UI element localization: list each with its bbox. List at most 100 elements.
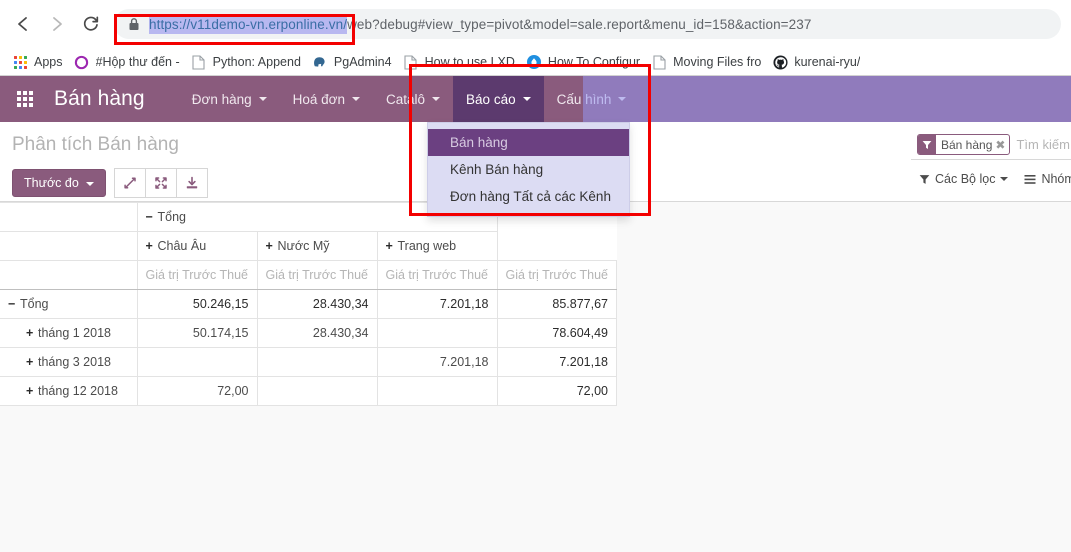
expand-diagonal-button[interactable] (113, 168, 145, 198)
pivot-row-header-thang-3-2018[interactable]: + tháng 3 2018 (0, 347, 138, 377)
bookmark-how-to-use-lxd[interactable]: How to use LXD (399, 50, 522, 74)
page-icon (403, 54, 419, 70)
menu-item-cau-hinh[interactable]: Cấu hình (544, 76, 640, 122)
forward-arrow-icon (53, 17, 62, 31)
expand-toggle[interactable]: + (26, 355, 38, 369)
bookmark-label: kurenai-ryu/ (794, 55, 861, 69)
pivot-row-header-thang-1-2018[interactable]: + tháng 1 2018 (0, 318, 138, 348)
menu-label: Báo cáo (466, 91, 516, 107)
collapse-toggle[interactable]: − (146, 210, 158, 224)
filters-label: Các Bộ lọc (935, 172, 996, 186)
pivot-row-label: tháng 1 2018 (38, 326, 111, 340)
expand-toggle[interactable]: + (146, 239, 158, 253)
bookmark-moving-files[interactable]: Moving Files fro (647, 50, 768, 74)
apps-grid-icon (17, 91, 33, 107)
pivot-cell (256, 347, 378, 377)
pivot-cell: 28.430,34 (256, 318, 378, 348)
arrows-alt-button[interactable] (144, 168, 176, 198)
circle-o-icon (74, 54, 90, 70)
pivot-col-trang-web[interactable]: + Trang web (376, 231, 498, 261)
dropdown-item-kenh-ban-hang[interactable]: Kênh Bán hàng (428, 156, 629, 183)
reload-button[interactable] (74, 7, 108, 41)
menu-item-bao-cao[interactable]: Báo cáo (453, 76, 544, 122)
bookmark-inbox[interactable]: #Hộp thư đến - (70, 50, 187, 74)
page-icon (191, 54, 207, 70)
screen-root: https://v11demo-vn.erponline.vn/web?debu… (0, 0, 1071, 552)
pivot-cell: 50.246,15 (136, 289, 258, 319)
menu-item-catalo[interactable]: Catalô (373, 76, 453, 122)
chevron-down-icon (618, 97, 627, 101)
pivot-cell (256, 376, 378, 406)
forward-button[interactable] (40, 7, 74, 41)
selection-highlight-band (583, 76, 1071, 122)
pivot-col-label: Trang web (397, 239, 457, 253)
menu-label: Đơn hàng (191, 91, 252, 107)
menu-item-hoa-don[interactable]: Hoá đơn (280, 76, 373, 122)
dropdown-item-don-hang-tat-ca-cac-kenh[interactable]: Đơn hàng Tất cả các Kênh (428, 183, 629, 210)
pivot-row-total: 78.604,49 (496, 318, 617, 348)
menu-label: Hoá đơn (292, 91, 346, 107)
pivot-header-row-measures: Giá trị Trước Thuế Giá trị Trước Thuế Gi… (0, 260, 617, 290)
menu-item-don-hang[interactable]: Đơn hàng (179, 76, 280, 122)
dropdown-item-ban-hang[interactable]: Bán hàng (428, 129, 629, 156)
table-row: + tháng 1 2018 50.174,15 28.430,34 78.604… (0, 318, 617, 348)
expand-toggle[interactable]: + (26, 326, 38, 340)
groupby-button[interactable]: Nhóm (1024, 172, 1071, 186)
bookmark-label: How to use LXD (424, 55, 515, 69)
table-row: + tháng 12 2018 72,00 72,00 (0, 376, 617, 406)
bao-cao-dropdown-menu: Bán hàng Kênh Bán hàng Đơn hàng Tất cả c… (427, 122, 630, 217)
droplet-icon (526, 54, 542, 70)
pivot-col-label: Châu Âu (157, 239, 207, 253)
browser-nav-row: https://v11demo-vn.erponline.vn/web?debu… (0, 0, 1071, 48)
bookmark-python-append[interactable]: Python: Append (187, 50, 308, 74)
bookmark-pgadmin4[interactable]: PgAdmin4 (308, 50, 399, 74)
pivot-cell: 7.201,18 (376, 289, 498, 319)
elephant-icon (312, 54, 328, 70)
expand-toggle[interactable]: + (266, 239, 278, 253)
bookmark-label: Moving Files fro (673, 55, 762, 69)
reload-icon (83, 16, 99, 31)
bookmark-label: Python: Append (212, 55, 301, 69)
filters-button[interactable]: Các Bộ lọc (919, 172, 1009, 186)
chevron-down-icon (432, 97, 441, 101)
collapse-toggle[interactable]: − (8, 297, 20, 311)
apps-grid-icon (12, 54, 28, 70)
address-bar[interactable]: https://v11demo-vn.erponline.vn/web?debu… (114, 9, 1061, 39)
expand-toggle[interactable]: + (26, 384, 38, 398)
pivot-header-row-columns: + Châu Âu + Nước Mỹ + Trang web (0, 231, 617, 261)
search-facet[interactable]: Bán hàng ✖ (917, 134, 1011, 155)
pivot-table: − Tổng + Châu Âu + Nước Mỹ + Trang web Giá t… (0, 202, 617, 406)
search-input-placeholder[interactable]: Tìm kiếm... (1016, 137, 1071, 152)
bookmark-apps[interactable]: Apps (8, 50, 70, 74)
download-button[interactable] (175, 168, 208, 198)
expand-toggle[interactable]: + (386, 239, 398, 253)
bookmark-how-to-configure[interactable]: How To Configur (522, 50, 647, 74)
pivot-table-body: − Tổng 50.246,15 28.430,34 7.201,18 85.87… (0, 289, 617, 406)
measures-dropdown-button[interactable]: Thước đo (12, 169, 106, 197)
pivot-corner-cell-2 (0, 231, 138, 261)
bars-icon (1024, 174, 1036, 184)
download-icon (186, 176, 197, 189)
bookmark-kurenai-ryu[interactable]: kurenai-ryu/ (768, 50, 867, 74)
search-bar[interactable]: Bán hàng ✖ Tìm kiếm... (911, 130, 1071, 160)
search-facet-remove-icon[interactable]: ✖ (995, 138, 1009, 152)
pivot-row-header-tong[interactable]: − Tổng (0, 289, 138, 319)
pivot-measure-trang-web: Giá trị Trước Thuế (376, 260, 498, 290)
control-panel-left: Phân tích Bán hàng Thước đo (12, 122, 208, 198)
pivot-col-label: Nước Mỹ (277, 239, 330, 253)
pivot-measure-nuoc-my: Giá trị Trước Thuế (256, 260, 378, 290)
apps-menu-button[interactable] (8, 82, 42, 116)
pivot-col-nuoc-my[interactable]: + Nước Mỹ (256, 231, 378, 261)
pivot-row-total: 7.201,18 (496, 347, 617, 377)
bookmark-label: Apps (34, 55, 63, 69)
bookmarks-bar: Apps #Hộp thư đến - Python: Append PgAdm… (0, 48, 1071, 76)
pivot-col-chau-au[interactable]: + Châu Âu (136, 231, 258, 261)
search-options-row: Các Bộ lọc Nhóm (911, 172, 1071, 186)
back-button[interactable] (6, 7, 40, 41)
back-arrow-icon (18, 17, 27, 31)
page-title: Phân tích Bán hàng (12, 134, 179, 155)
odoo-app: Bán hàng Đơn hàng Hoá đơn Catalô Báo cáo… (0, 76, 1071, 552)
page-icon (651, 54, 667, 70)
pivot-row-header-thang-12-2018[interactable]: + tháng 12 2018 (0, 376, 138, 406)
menu-label: Cấu hình (556, 91, 612, 107)
